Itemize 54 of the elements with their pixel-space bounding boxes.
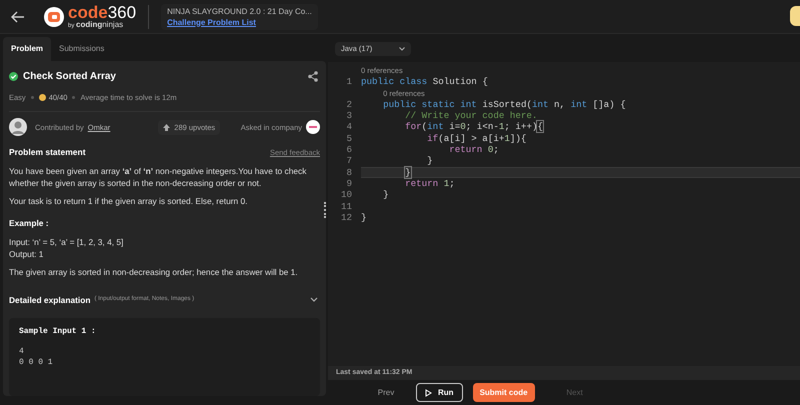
statement-text: You have been given an array ‘a’ of ‘n’ non-negative integers.You have to check whether the given array is sorted in the non-decreasing order or not. xyxy=(9,165,308,189)
brand-name: code360 xyxy=(68,4,136,20)
example-line: Input: ‘n’ = 5, ‘a’ = [1, 2, 3, 4, 5] xyxy=(9,236,124,248)
share-icon xyxy=(308,71,318,82)
line-number: 11 xyxy=(340,200,352,212)
example-line: Output: 1 xyxy=(9,248,44,260)
statement-text: The given array is sorted in non-decreasing order; hence the answer will be 1. xyxy=(9,266,299,278)
example-heading: Example : xyxy=(9,217,50,230)
code-line: } xyxy=(426,155,434,167)
line-number: 3 xyxy=(345,110,352,122)
back-arrow-icon xyxy=(11,10,25,22)
prev-button[interactable]: Prev xyxy=(366,384,406,402)
chevron-icon xyxy=(399,47,405,51)
logo-icon xyxy=(44,6,64,26)
line-number: 12 xyxy=(340,212,352,224)
line-number: 1 xyxy=(345,76,352,88)
statement-heading: Problem statement xyxy=(9,146,86,159)
line-number: 7 xyxy=(345,155,352,167)
share-button[interactable] xyxy=(308,71,318,82)
line-number: 5 xyxy=(345,132,352,144)
code-line: return 0; xyxy=(448,144,500,156)
challenge-link[interactable]: Challenge Problem List xyxy=(167,16,312,28)
line-number: 4 xyxy=(345,121,352,133)
tab[interactable]: Submissions xyxy=(51,37,112,61)
sample-heading: Sample Input 1 : xyxy=(19,326,97,338)
problem-title: Check Sorted Array xyxy=(23,70,116,84)
back-button[interactable] xyxy=(10,8,26,24)
line-number: 9 xyxy=(345,178,352,190)
play-icon xyxy=(425,388,432,396)
code-line: return 1; xyxy=(404,178,456,190)
line-number: 6 xyxy=(345,144,352,156)
code-line: public static int isSorted(int n, int []a) { xyxy=(382,98,627,110)
line-number: 2 xyxy=(345,98,352,110)
run-button[interactable]: Run xyxy=(416,383,463,402)
code-line: for(int i=0; i<n-1; i++){ xyxy=(404,121,544,133)
line-number: 10 xyxy=(340,189,352,201)
up-arrow-icon xyxy=(163,124,170,131)
coin-icon xyxy=(38,94,46,102)
contest-title: NINJA SLAYGROUND 2.0 : 21 Day Co... xyxy=(167,6,312,16)
line-number: 8 xyxy=(345,166,352,178)
detail-heading: Detailed explanation xyxy=(9,294,90,306)
code-line: public class Solution { xyxy=(361,76,489,88)
statement-text: Your task is to return 1 if the given array is sorted. Else, return 0. xyxy=(9,195,248,207)
code-line: // Write your code here. xyxy=(404,110,538,122)
resize-handle[interactable] xyxy=(324,202,326,218)
profile-button[interactable] xyxy=(790,6,800,26)
sample-line: 4 xyxy=(19,346,25,358)
avatar-silhouette-icon xyxy=(9,118,27,136)
tab[interactable]: Problem xyxy=(3,37,52,61)
sample-line: 0 0 0 1 xyxy=(19,357,54,368)
code-line: if(a[i] > a[i+1]){ xyxy=(426,132,528,144)
code-line: } xyxy=(382,189,390,201)
company-logo-icon xyxy=(306,120,320,134)
code-line: } xyxy=(361,212,368,224)
